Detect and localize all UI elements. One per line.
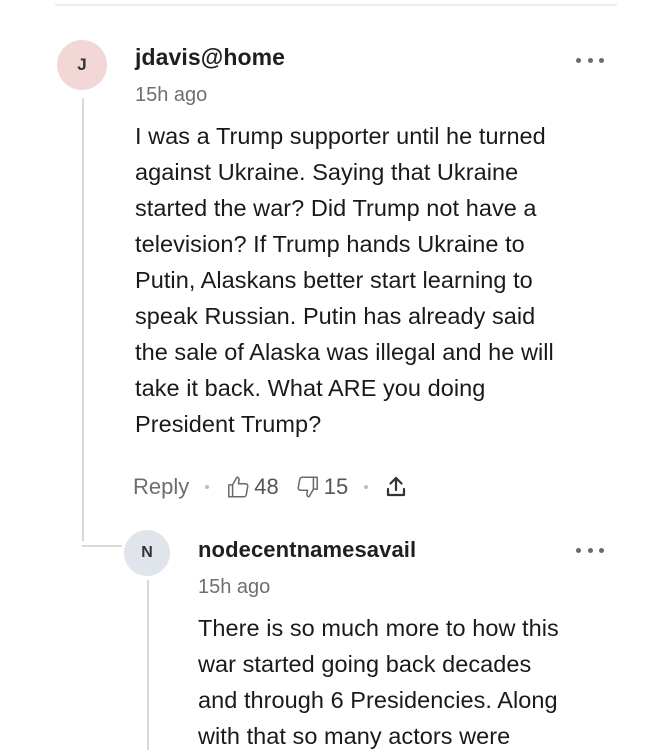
username[interactable]: nodecentnamesavail [198,537,416,563]
more-options-button[interactable] [576,52,604,68]
avatar-initial: N [141,544,153,561]
thumbs-down-icon [295,474,321,500]
comment-body: I was a Trump supporter until he turned … [135,118,554,442]
like-count: 48 [254,474,279,499]
dislike-count: 15 [323,474,349,499]
comment-body-line: war started going back decades [198,651,532,677]
thumbs-up-icon [225,474,251,500]
separator-dot [364,485,369,489]
comment-body-line: President Trump? [135,411,322,437]
share-icon [384,474,408,500]
comment-body-line: and through 6 Presidencies. Along [198,687,558,713]
timestamp: 15h ago [198,576,271,598]
comment-body-line: speak Russian. Putin has already said [135,303,536,329]
reply-thread-line [147,580,149,750]
username[interactable]: jdavis@home [135,44,285,71]
comment-body-line: There is so much more to how this [198,615,559,641]
avatar-initial: J [77,55,87,74]
avatar[interactable]: J [57,40,107,90]
timestamp: 15h ago [135,84,208,106]
reply-button[interactable]: Reply [133,474,189,500]
like-button[interactable]: 48 [225,474,279,500]
dislike-button[interactable]: 15 [295,474,348,500]
comment-body: There is so much more to how this war st… [198,610,559,754]
more-options-button[interactable] [576,542,604,558]
top-divider [55,4,617,6]
comment-body-line: against Ukraine. Saying that Ukraine [135,159,519,185]
more-horizontal-icon [576,57,581,63]
comment-body-line: take it back. What ARE you doing [135,375,486,401]
comment-body-line: I was a Trump supporter until he turned [135,123,546,149]
thread-connector [82,545,122,547]
comment-body-line: Putin, Alaskans better start learning to [135,267,533,293]
comment-body-line: started the war? Did Trump not have a [135,195,537,221]
comment-body-line: television? If Trump hands Ukraine to [135,231,525,257]
comment-body-line: with that so many actors were [198,723,511,749]
separator-dot [205,485,210,489]
comment-body-line: the sale of Alaska was illegal and he wi… [135,339,554,365]
comment-actions: Reply 48 15 [133,472,408,502]
share-button[interactable] [384,474,408,500]
more-horizontal-icon [576,547,581,553]
avatar[interactable]: N [124,530,170,576]
thread-line [82,98,84,541]
